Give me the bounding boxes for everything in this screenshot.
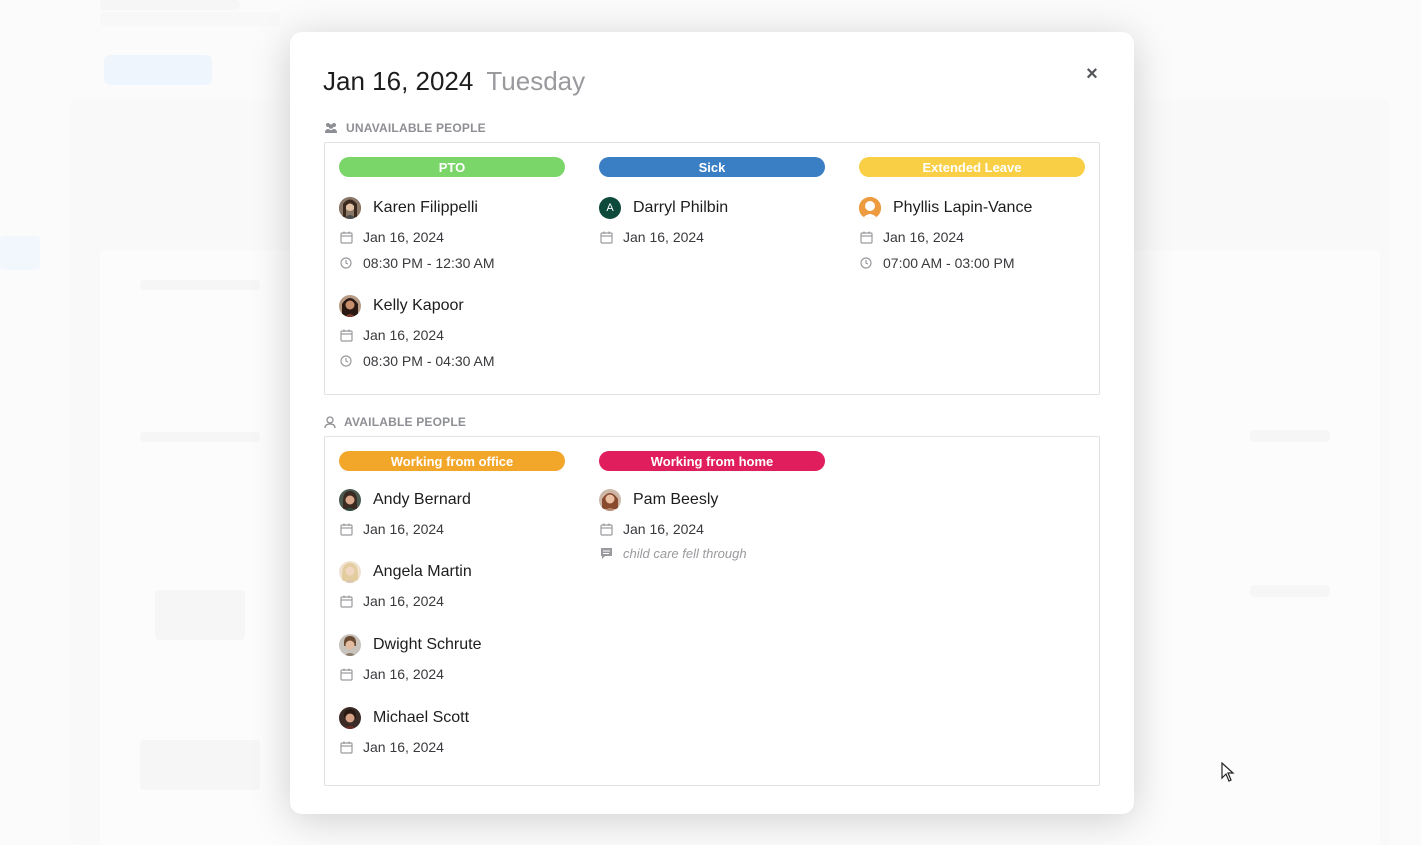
day-detail-modal: Jan 16, 2024 Tuesday × UNAVAILABLE PEOPL… [290,32,1134,814]
unavailable-section-label: UNAVAILABLE PEOPLE [324,121,486,135]
sick-badge: Sick [599,157,825,177]
person-andy-bernard[interactable]: Andy Bernard Jan 16, 2024 [339,488,565,538]
working-from-office-badge: Working from office [339,451,565,471]
users-group-icon [325,123,337,133]
pto-column: PTO Karen Filippelli Jan 16, 2024 08:30 … [339,157,565,370]
clock-icon [339,354,353,368]
avatar [339,707,361,729]
person-name: Darryl Philbin [633,199,729,216]
sick-column: Sick A Darryl Philbin Jan 16, 2024 [599,157,825,246]
person-dwight-schrute[interactable]: Dwight Schrute Jan 16, 2024 [339,633,565,683]
available-people-box: Working from office Andy Bernard Jan 16,… [324,436,1100,786]
avatar [339,489,361,511]
comment-icon [599,546,613,560]
person-name: Angela Martin [373,563,472,580]
avatar [339,197,361,219]
clock-icon [339,256,353,270]
available-section-label: AVAILABLE PEOPLE [324,415,466,429]
calendar-icon [859,230,873,244]
person-name: Phyllis Lapin-Vance [893,199,1033,216]
work-date: Jan 16, 2024 [363,739,444,755]
leave-time: 08:30 PM - 12:30 AM [363,255,495,271]
calendar-icon [599,522,613,536]
person-pam-beesly[interactable]: Pam Beesly Jan 16, 2024 child care fell … [599,488,825,562]
person-name: Andy Bernard [373,491,471,508]
clock-icon [859,256,873,270]
user-check-icon [324,415,336,428]
person-darryl-philbin[interactable]: A Darryl Philbin Jan 16, 2024 [599,196,825,246]
calendar-icon [339,328,353,342]
working-from-office-column: Working from office Andy Bernard Jan 16,… [339,451,565,756]
modal-title: Jan 16, 2024 Tuesday [323,66,585,97]
unavailable-people-box: PTO Karen Filippelli Jan 16, 2024 08:30 … [324,142,1100,395]
person-karen-filippelli[interactable]: Karen Filippelli Jan 16, 2024 08:30 PM -… [339,196,565,272]
person-kelly-kapoor[interactable]: Kelly Kapoor Jan 16, 2024 08:30 PM - 04:… [339,294,565,370]
avatar-initial: A [599,197,621,219]
person-angela-martin[interactable]: Angela Martin Jan 16, 2024 [339,560,565,610]
leave-time: 08:30 PM - 04:30 AM [363,353,495,369]
calendar-icon [339,594,353,608]
default-user-avatar-icon [859,197,881,219]
mouse-cursor-icon [1221,762,1235,782]
calendar-icon [599,230,613,244]
avatar [339,295,361,317]
extended-leave-badge: Extended Leave [859,157,1085,177]
leave-date: Jan 16, 2024 [363,229,444,245]
pto-badge: PTO [339,157,565,177]
person-name: Kelly Kapoor [373,297,464,314]
person-name: Karen Filippelli [373,199,478,216]
working-from-home-column: Working from home Pam Beesly Jan 16, 202… [599,451,825,562]
person-name: Michael Scott [373,709,470,726]
person-name: Dwight Schrute [373,636,482,653]
work-date: Jan 16, 2024 [363,521,444,537]
leave-date: Jan 16, 2024 [623,229,704,245]
work-note: child care fell through [623,545,747,561]
avatar [339,561,361,583]
leave-time: 07:00 AM - 03:00 PM [883,255,1015,271]
close-button[interactable]: × [1080,62,1104,86]
close-icon: × [1086,62,1098,85]
work-date: Jan 16, 2024 [363,593,444,609]
working-from-home-badge: Working from home [599,451,825,471]
calendar-icon [339,667,353,681]
modal-weekday: Tuesday [486,66,586,96]
avatar [339,634,361,656]
extended-leave-column: Extended Leave Phyllis Lapin-Vance Jan 1… [859,157,1085,272]
avatar [599,489,621,511]
leave-date: Jan 16, 2024 [883,229,964,245]
person-phyllis-lapin-vance[interactable]: Phyllis Lapin-Vance Jan 16, 2024 07:00 A… [859,196,1085,272]
work-date: Jan 16, 2024 [363,666,444,682]
calendar-icon [339,740,353,754]
modal-date: Jan 16, 2024 [323,66,474,96]
person-name: Pam Beesly [633,491,719,508]
person-michael-scott[interactable]: Michael Scott Jan 16, 2024 [339,706,565,756]
work-date: Jan 16, 2024 [623,521,704,537]
calendar-icon [339,522,353,536]
calendar-icon [339,230,353,244]
leave-date: Jan 16, 2024 [363,327,444,343]
